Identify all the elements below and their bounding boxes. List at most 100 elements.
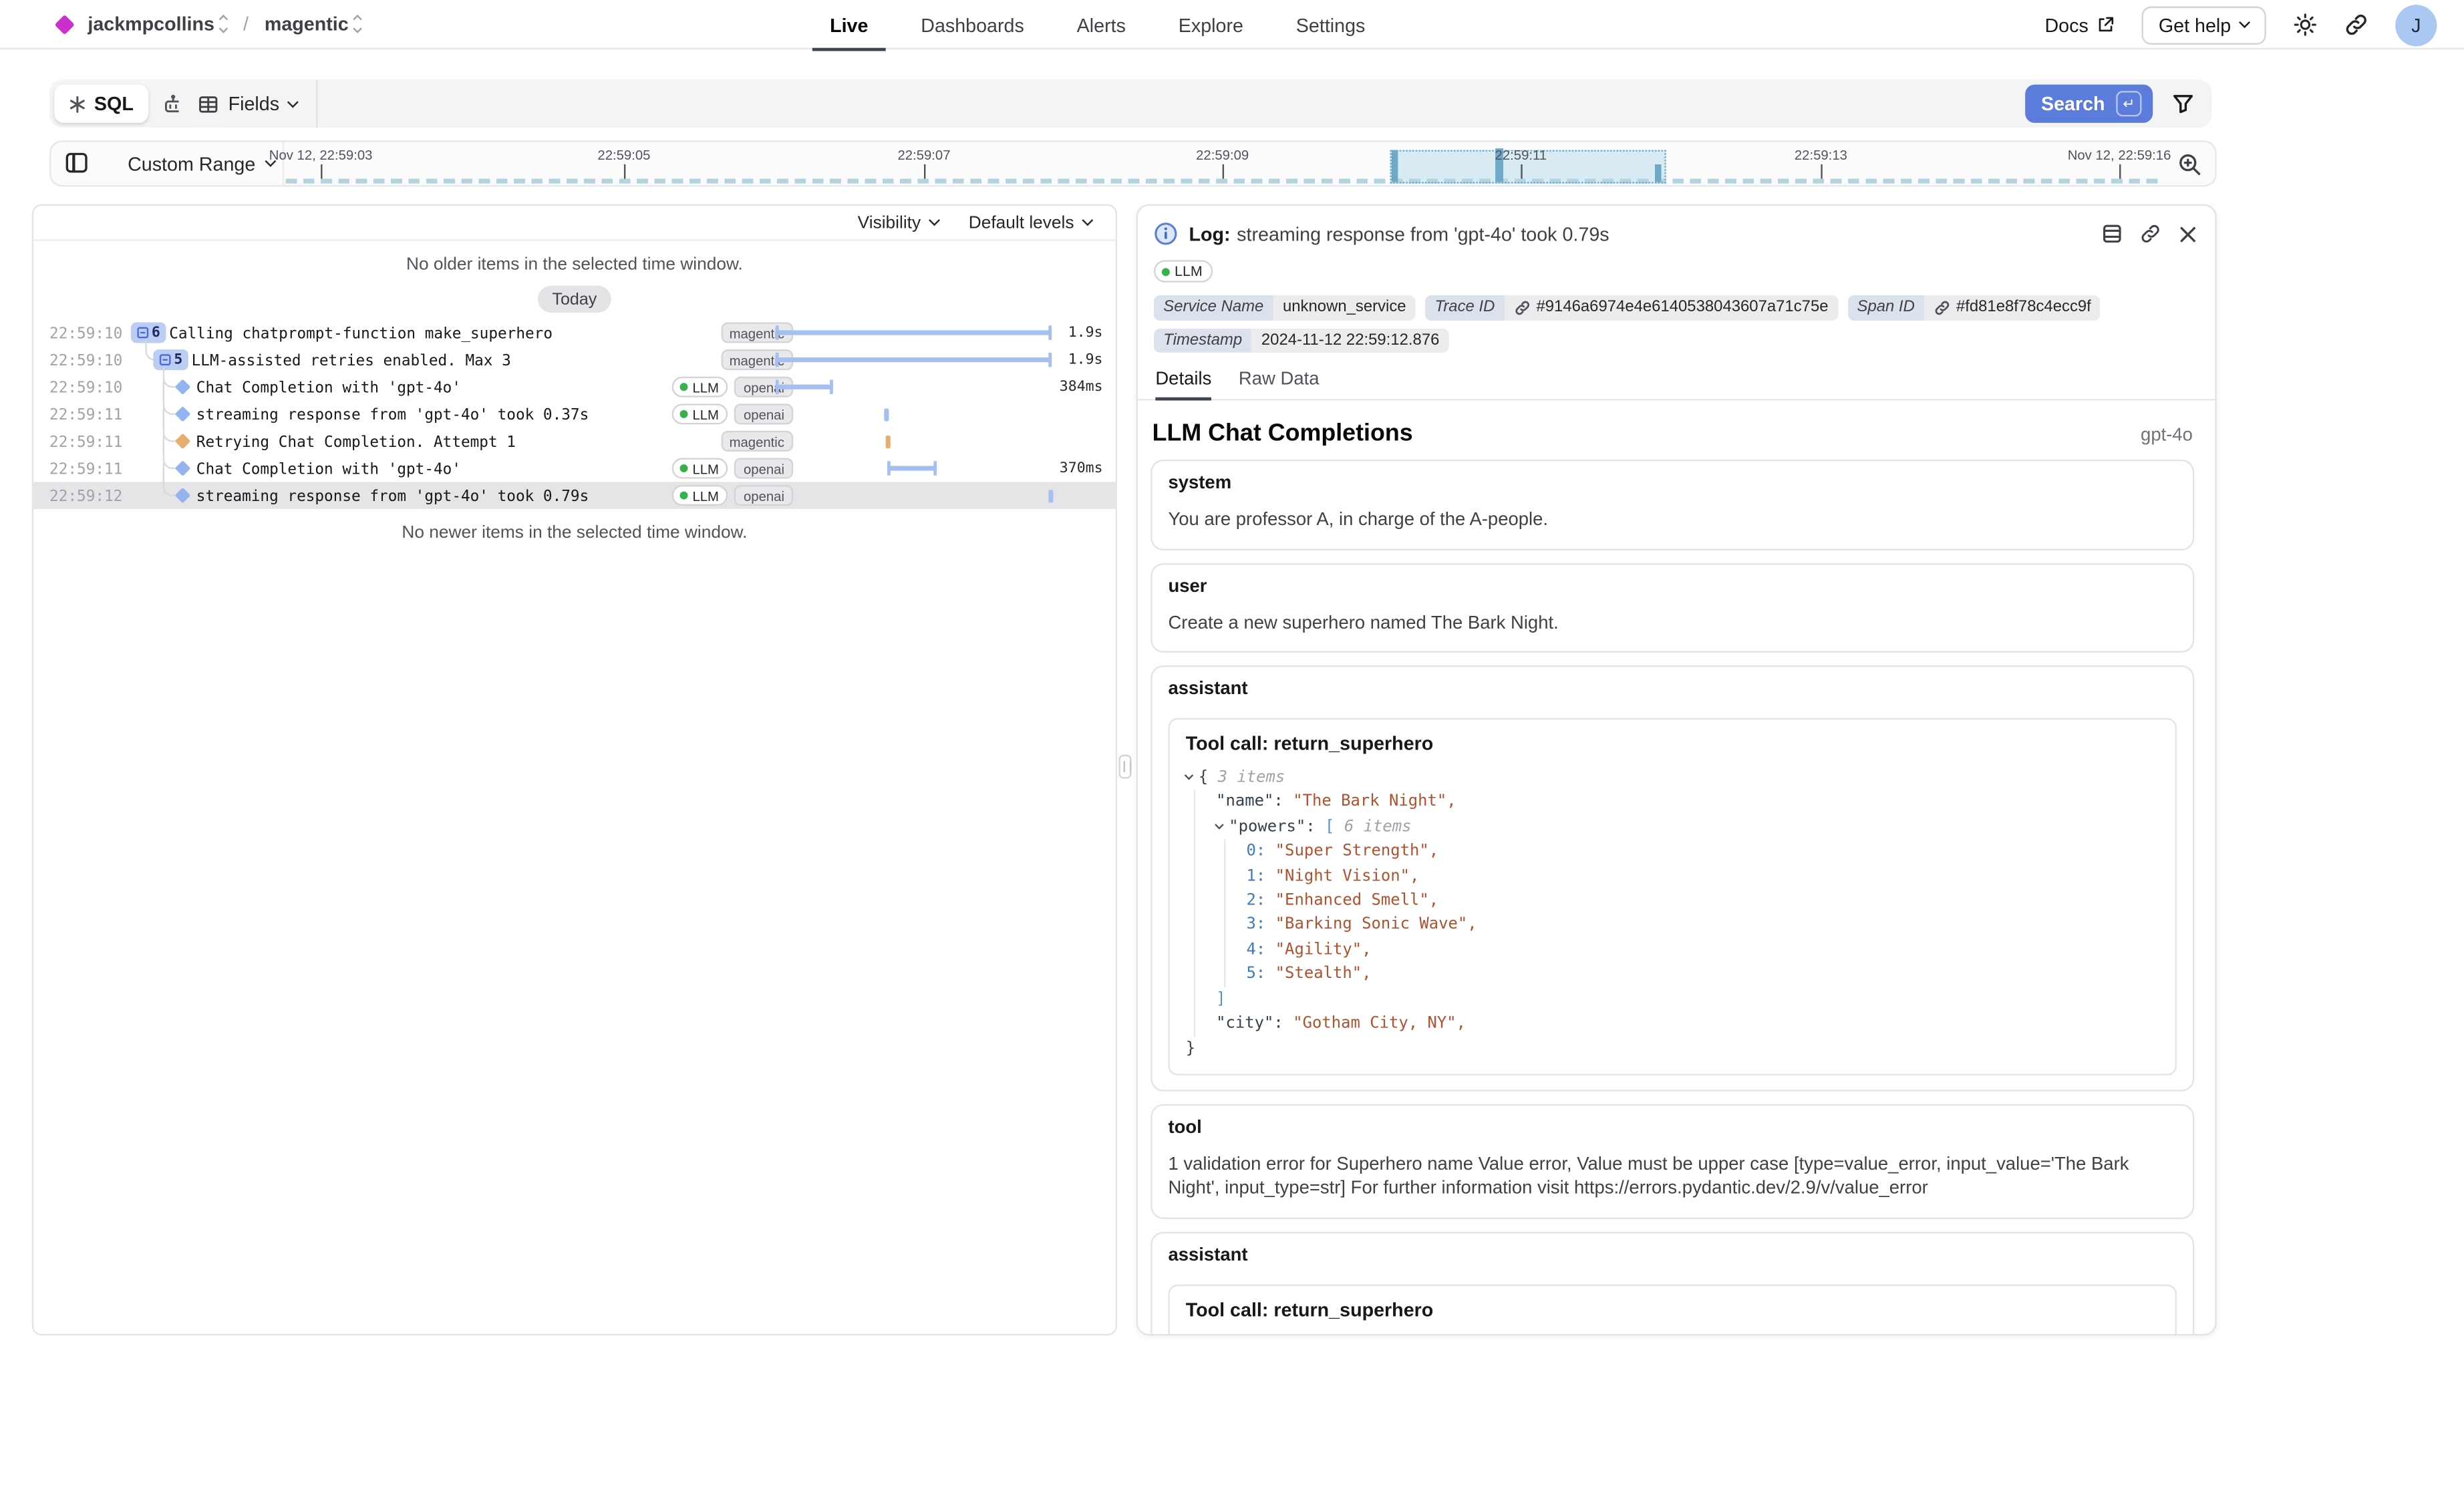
log-row-selected[interactable]: 22:59:12 streaming response from 'gpt-4o… [33, 482, 1115, 509]
json-tree: { 3 items "name": "THE BARK NIGHT", "pow… [1186, 1332, 2159, 1335]
timeline-tick-label: 22:59:13 [1795, 147, 1847, 163]
span-id-pill[interactable]: Span ID #fd81e8f78c4ecc9f [1847, 295, 2101, 320]
close-icon[interactable] [2178, 224, 2197, 244]
timeline-tick [1821, 164, 1822, 178]
zoom-in-button[interactable] [2177, 152, 2202, 177]
chevron-down-icon [929, 214, 940, 226]
tool-call-title: Tool call: return_superhero [1186, 732, 2159, 754]
fields-dropdown[interactable]: Fields [179, 79, 316, 128]
brand-diamond-logo [55, 14, 75, 34]
sun-icon [2293, 13, 2317, 37]
log-row[interactable]: 22:59:10 5 LLM-assisted retries enabled.… [33, 346, 1115, 373]
timestamp-pill[interactable]: Timestamp 2024-11-12 22:59:12.876 [1154, 328, 1449, 353]
span-gantt [776, 373, 1055, 401]
message-role: user [1168, 577, 2177, 597]
link-icon[interactable] [2140, 223, 2161, 244]
table-icon [198, 94, 218, 114]
nav-tab-explore[interactable]: Explore [1179, 0, 1243, 49]
span-gantt [776, 455, 1055, 482]
nav-tab-alerts[interactable]: Alerts [1077, 0, 1126, 49]
span-duration: 384ms [1060, 379, 1103, 395]
funnel-icon [2172, 93, 2194, 115]
log-row[interactable]: 22:59:10 Chat Completion with 'gpt-4o' L… [33, 373, 1115, 401]
workspace-switcher[interactable]: jackmpcollins [88, 13, 214, 35]
detail-content: LLM Chat Completions gpt-4o system You a… [1138, 401, 2215, 1336]
query-bar: Fields Search ↵ [179, 79, 2212, 128]
collapse-chevron-icon[interactable] [1185, 771, 1194, 780]
timeline-tick [1521, 164, 1522, 178]
timeline-bar: Custom Range Nov 12, 22:59:03 22:59:05 2… [49, 140, 2217, 186]
docs-link[interactable]: Docs [2044, 13, 2114, 35]
visibility-dropdown[interactable]: Visibility [858, 213, 939, 232]
json-tree: { 3 items "name": "The Bark Night", "pow… [1186, 766, 2159, 1061]
section-heading: LLM Chat Completions gpt-4o [1150, 416, 2194, 446]
levels-dropdown[interactable]: Default levels [969, 213, 1092, 232]
app-viewport: jackmpcollins / magentic Live Dashboards… [0, 0, 2464, 1491]
timeline-tick [2119, 164, 2121, 178]
sql-mode-button[interactable]: SQL [54, 85, 148, 123]
green-dot-icon [1162, 267, 1170, 275]
nav-tab-settings[interactable]: Settings [1296, 0, 1366, 49]
query-input[interactable] [317, 79, 2025, 128]
nav-tab-dashboards[interactable]: Dashboards [921, 0, 1024, 49]
table-view-icon[interactable] [2102, 223, 2123, 244]
log-row[interactable]: 22:59:11 Chat Completion with 'gpt-4o' L… [33, 455, 1115, 482]
span-diamond-icon [175, 406, 191, 422]
dataset-sort-icon[interactable] [355, 15, 361, 32]
span-diamond-icon [175, 379, 191, 395]
get-help-button[interactable]: Get help [2141, 5, 2266, 43]
tab-details[interactable]: Details [1155, 370, 1211, 399]
service-name-label: Service Name [1154, 295, 1273, 320]
span-id-label: Span ID [1847, 295, 1924, 320]
spark-icon [69, 95, 86, 112]
search-button[interactable]: Search ↵ [2025, 85, 2153, 123]
dataset-switcher[interactable]: magentic [265, 13, 349, 35]
span-gantt [776, 428, 1055, 455]
timeline-axis [286, 179, 2161, 183]
panel-resize-handle[interactable] [1118, 755, 1131, 779]
timeline-tick-label: Nov 12, 22:59:16 [2068, 147, 2171, 163]
green-dot-icon [679, 464, 687, 472]
nav-tab-live[interactable]: Live [830, 0, 868, 49]
user-avatar[interactable]: J [2395, 4, 2437, 45]
filter-button[interactable] [2172, 93, 2194, 115]
trace-id-pill[interactable]: Trace ID #9146a6974e4e6140538043607a71c7… [1425, 295, 1838, 320]
collapse-panel-button[interactable] [64, 150, 90, 176]
span-count: 5 [174, 352, 182, 368]
log-row[interactable]: 22:59:11 Retrying Chat Completion. Attem… [33, 428, 1115, 455]
message-text: 1 validation error for Superhero name Va… [1168, 1154, 2177, 1203]
collapse-chevron-icon[interactable] [1215, 820, 1224, 830]
visibility-label: Visibility [858, 213, 921, 232]
detail-level-row: LLM [1138, 246, 2215, 283]
tab-raw-data[interactable]: Raw Data [1239, 370, 1320, 399]
llm-level-badge: LLM [671, 458, 728, 479]
collapse-icon [159, 354, 170, 365]
no-newer-items-note: No newer items in the selected time wind… [33, 523, 1115, 542]
log-row[interactable]: 22:59:11 streaming response from 'gpt-4o… [33, 401, 1115, 428]
tree-connector [163, 367, 176, 387]
theme-toggle-button[interactable] [2293, 13, 2317, 37]
copy-link-button[interactable] [2344, 13, 2368, 37]
metadata-pills: Service Name unknown_service Trace ID #9… [1138, 283, 2215, 353]
green-dot-icon [679, 410, 687, 418]
log-row[interactable]: 22:59:10 6 Calling chatprompt-function m… [33, 319, 1115, 347]
timeline-tick-label: 22:59:11 [1495, 147, 1547, 163]
log-message: Chat Completion with 'gpt-4o' [196, 460, 461, 478]
span-gantt [776, 319, 1055, 347]
service-name-pill[interactable]: Service Name unknown_service [1154, 295, 1416, 320]
timeline-tick-label: 22:59:05 [597, 147, 650, 163]
span-gantt [776, 346, 1055, 373]
sidebar-toggle-icon [64, 150, 90, 176]
timeline-tick-label: 22:59:09 [1196, 147, 1249, 163]
span-diamond-icon [175, 460, 191, 476]
span-duration: 370ms [1060, 461, 1103, 477]
log-rows: 22:59:10 6 Calling chatprompt-function m… [33, 319, 1115, 509]
get-help-label: Get help [2159, 13, 2231, 35]
message-card-user: user Create a new superhero named The Ba… [1150, 562, 2194, 653]
workspace-sort-icon[interactable] [221, 15, 228, 32]
app-header: jackmpcollins / magentic Live Dashboards… [0, 0, 2464, 49]
log-message: streaming response from 'gpt-4o' took 0.… [196, 406, 589, 424]
log-time: 22:59:10 [49, 352, 122, 369]
tree-connector [163, 394, 176, 414]
time-range-dropdown[interactable]: Custom Range [115, 142, 287, 185]
